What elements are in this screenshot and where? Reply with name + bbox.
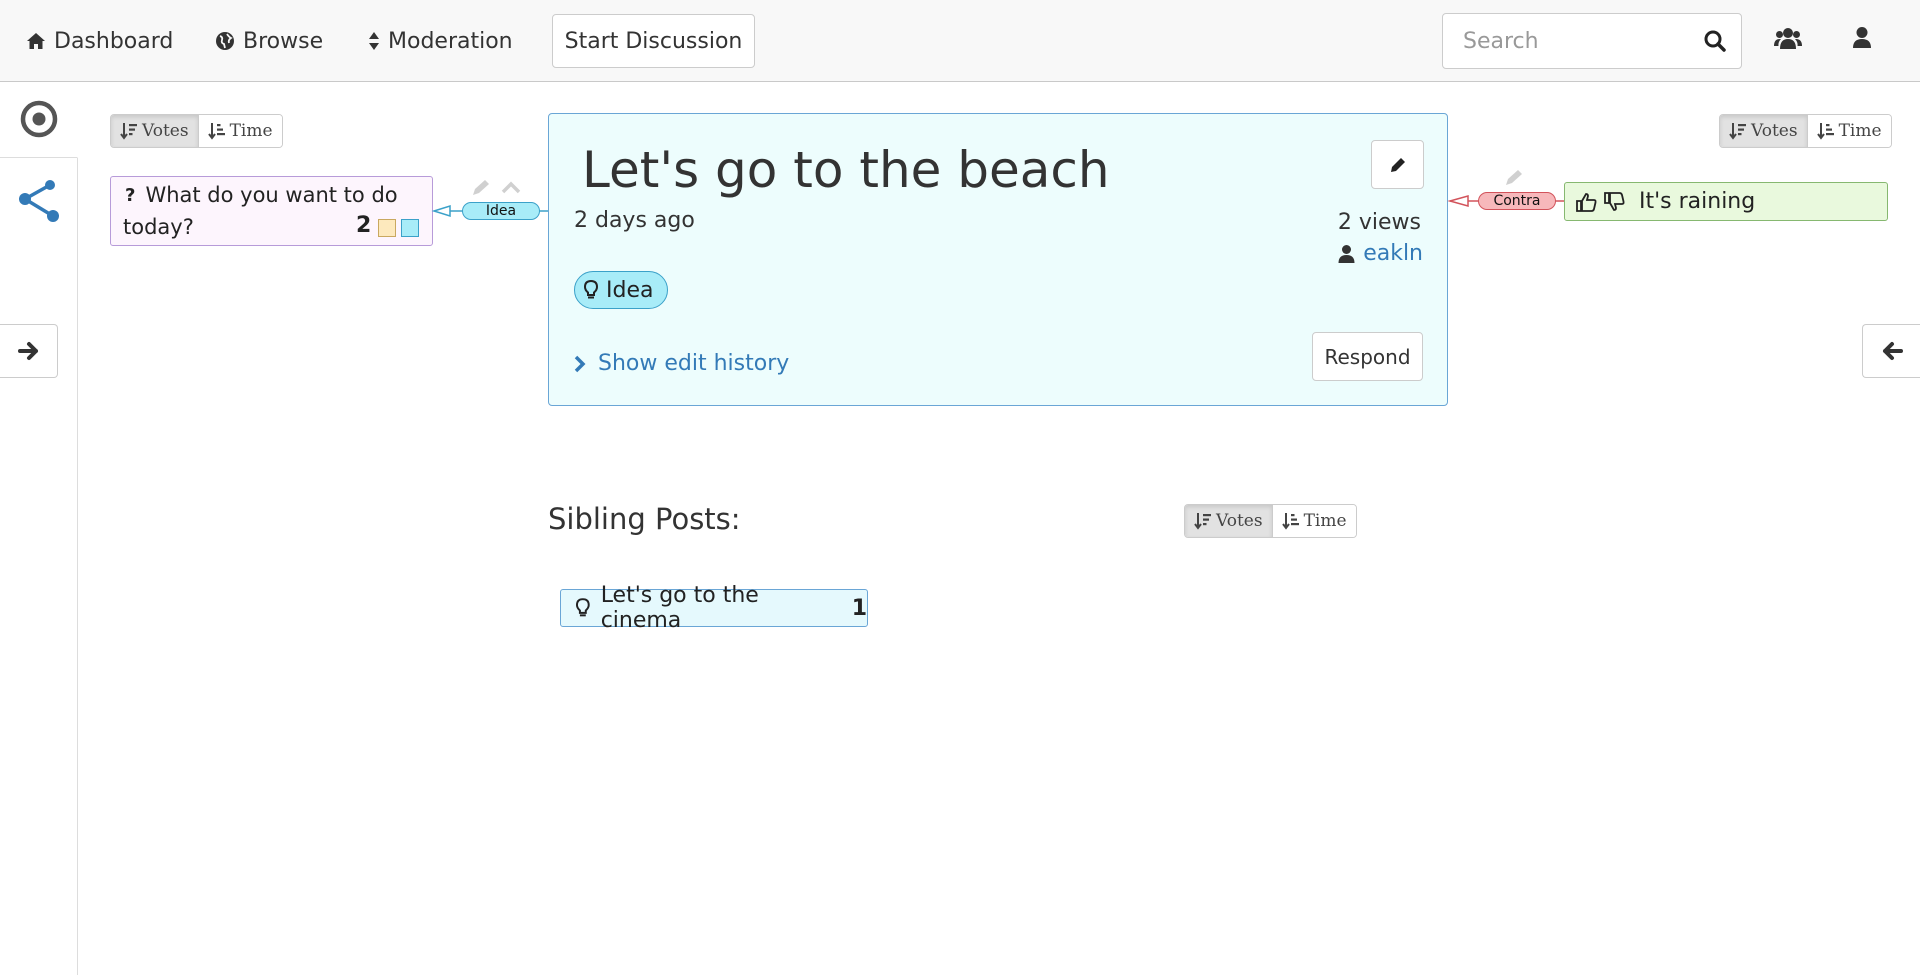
top-navbar: Dashboard Browse Moderation Start Discus… <box>0 0 1920 82</box>
globe-icon <box>216 32 234 50</box>
lightbulb-icon <box>583 279 599 299</box>
sort-amount-icon <box>1194 513 1211 530</box>
sort-icon <box>369 32 379 50</box>
sibling-sort-toggle: Votes Time <box>1184 504 1357 538</box>
sibling-posts-heading: Sibling Posts: <box>548 502 741 536</box>
users-icon[interactable] <box>1774 26 1802 50</box>
user-icon[interactable] <box>1852 26 1872 50</box>
sort-time-icon <box>1816 123 1834 140</box>
sort-votes-button[interactable]: Votes <box>1185 505 1272 537</box>
nav-moderation-label: Moderation <box>388 28 513 54</box>
target-icon <box>20 100 58 138</box>
chevron-right-icon <box>574 355 586 372</box>
response-text: It's raining <box>1639 189 1756 214</box>
sibling-vote-count: 1 <box>851 595 867 621</box>
nav-moderation[interactable]: Moderation <box>368 24 513 58</box>
sort-votes-button[interactable]: Votes <box>111 115 198 147</box>
parent-line1: ? What do you want to do <box>125 183 398 207</box>
relation-label-contra[interactable]: Contra <box>1478 192 1556 210</box>
history-link-label: Show edit history <box>598 351 790 376</box>
expand-left-button[interactable] <box>0 324 58 378</box>
arrow-right-icon <box>17 342 38 360</box>
search-icon[interactable] <box>1703 29 1727 53</box>
sort-time-icon <box>1281 513 1299 530</box>
pencil-icon <box>1390 157 1405 172</box>
nav-dashboard[interactable]: Dashboard <box>26 24 173 58</box>
post-timestamp: 2 days ago <box>574 208 695 233</box>
sort-time-label: Time <box>229 121 273 141</box>
parent-title-line2: today? <box>123 215 194 239</box>
sibling-post-card[interactable]: Let's go to the cinema 1 <box>560 583 868 633</box>
response-post-card[interactable]: It's raining <box>1564 182 1888 221</box>
parent-post-card[interactable]: ? What do you want to do today? 2 <box>110 176 433 246</box>
search-box <box>1442 13 1742 69</box>
post-title: Let's go to the beach <box>582 141 1110 199</box>
sort-votes-label: Votes <box>1751 121 1798 141</box>
question-icon: ? <box>125 184 136 206</box>
share-graph-icon <box>19 180 59 222</box>
thumbs-up-icon <box>1576 192 1597 212</box>
parent-vote-count: 2 <box>356 213 372 238</box>
post-tag-idea[interactable]: Idea <box>574 271 669 309</box>
tag-square-goal <box>378 219 396 237</box>
tab-focus[interactable] <box>0 82 78 158</box>
start-discussion-button[interactable]: Start Discussion <box>552 14 755 68</box>
sort-time-icon <box>207 123 225 140</box>
sort-votes-button[interactable]: Votes <box>1720 115 1807 147</box>
sort-amount-icon <box>120 123 137 140</box>
edit-post-button[interactable] <box>1371 140 1424 189</box>
response-sort-toggle: Votes Time <box>1719 114 1892 148</box>
post-tag-label: Idea <box>606 277 654 303</box>
parent-title-line1: What do you want to do <box>145 183 398 207</box>
pencil-icon[interactable] <box>1503 168 1525 188</box>
left-sidebar <box>0 82 78 975</box>
sort-votes-label: Votes <box>1216 511 1263 531</box>
sort-time-label: Time <box>1838 121 1882 141</box>
home-icon <box>27 33 45 49</box>
arrow-left-icon <box>1882 342 1903 360</box>
sort-time-button[interactable]: Time <box>197 115 282 147</box>
tag-square-idea <box>401 219 419 237</box>
post-view-count: 2 views <box>1337 210 1421 235</box>
nav-browse[interactable]: Browse <box>215 24 323 58</box>
thumbs-down-icon <box>1604 191 1625 211</box>
tab-graph[interactable] <box>0 162 78 244</box>
show-edit-history-link[interactable]: Show edit history <box>574 351 789 376</box>
nav-browse-label: Browse <box>243 28 324 54</box>
relation-label-idea[interactable]: Idea <box>462 202 540 220</box>
sort-votes-label: Votes <box>142 121 189 141</box>
sort-time-button[interactable]: Time <box>1806 115 1891 147</box>
lightbulb-icon <box>575 598 590 617</box>
sort-amount-icon <box>1729 123 1746 140</box>
nav-dashboard-label: Dashboard <box>54 28 174 54</box>
pencil-icon[interactable] <box>470 178 492 198</box>
respond-button[interactable]: Respond <box>1312 332 1423 381</box>
user-icon <box>1338 244 1355 263</box>
parent-sort-toggle: Votes Time <box>110 114 283 148</box>
author-link[interactable]: eakln <box>1363 241 1423 266</box>
sort-time-button[interactable]: Time <box>1271 505 1356 537</box>
sibling-post-title: Let's go to the cinema <box>600 583 759 633</box>
chevron-up-icon[interactable] <box>500 180 522 194</box>
main-post-card: Let's go to the beach 2 days ago 2 views… <box>548 113 1448 406</box>
expand-right-button[interactable] <box>1862 324 1920 378</box>
sort-time-label: Time <box>1303 511 1347 531</box>
post-author: eakln <box>1338 241 1423 266</box>
search-input[interactable] <box>1443 14 1693 68</box>
